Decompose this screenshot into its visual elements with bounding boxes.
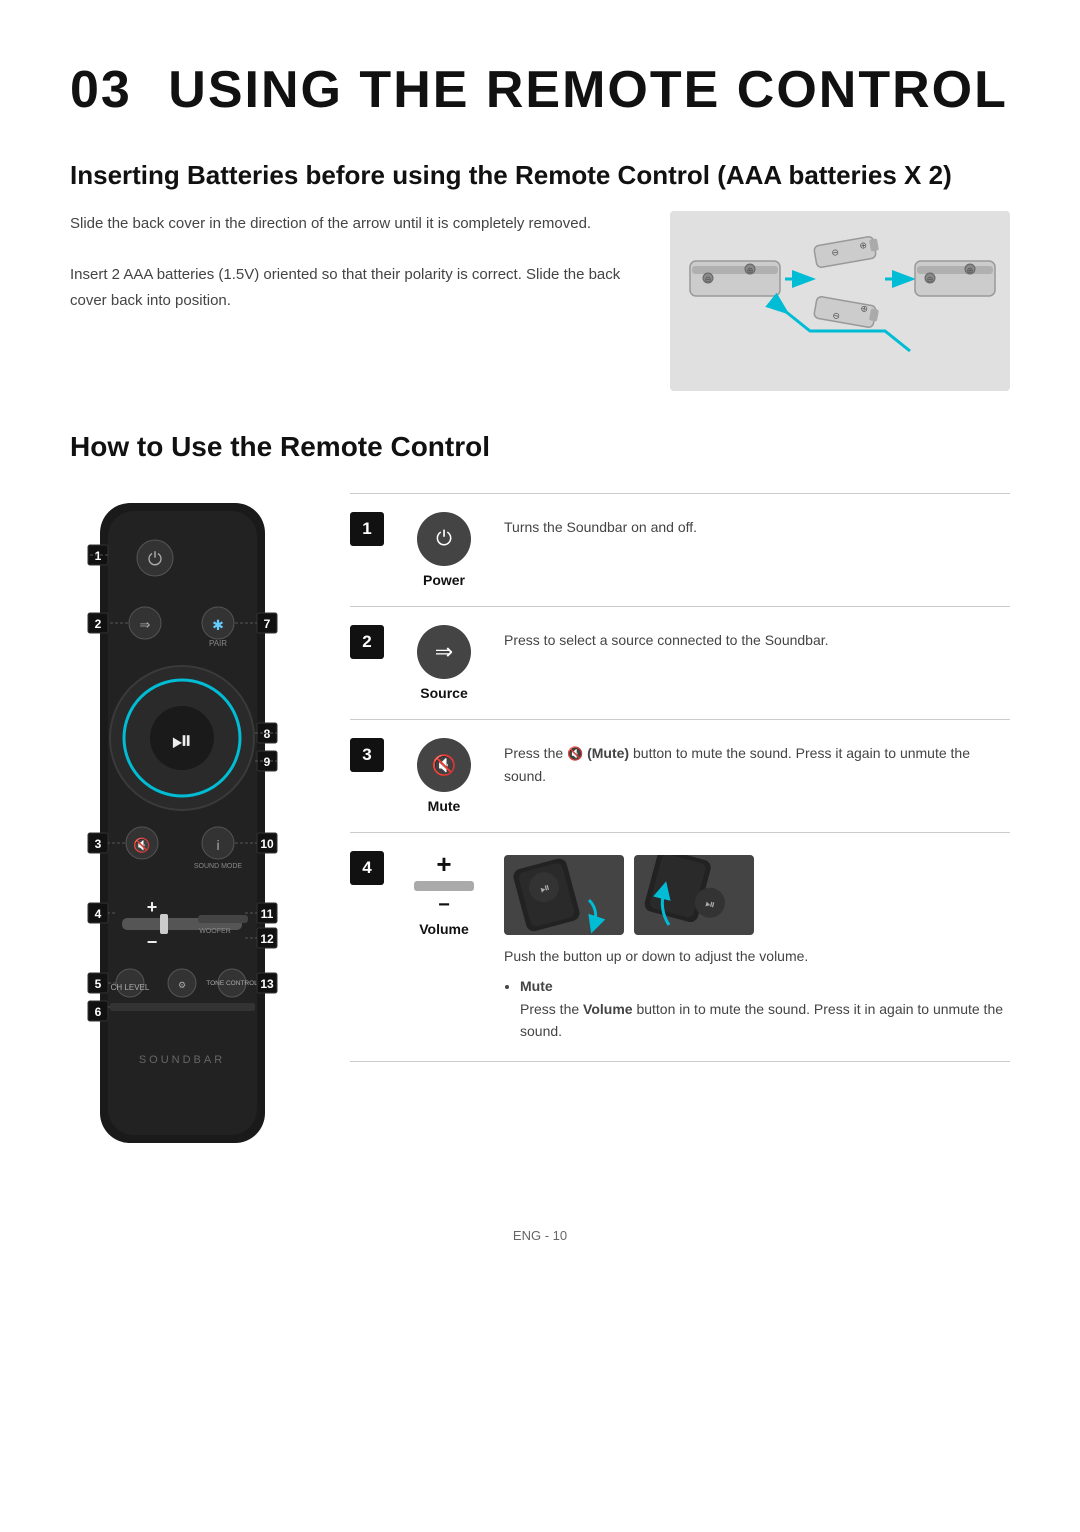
source-icon-circle: ⇒ [417, 625, 471, 679]
svg-text:11: 11 [261, 907, 274, 921]
svg-text:✱: ✱ [212, 617, 224, 633]
svg-text:⇒: ⇒ [140, 617, 151, 632]
row-icon-power: ⏻ Power [404, 512, 484, 588]
volume-push-text: Push the button up or down to adjust the… [504, 945, 1010, 967]
svg-text:3: 3 [95, 837, 102, 851]
batteries-text: Slide the back cover in the direction of… [70, 211, 640, 313]
batteries-image: ⊖ ⊕ ⊖ ⊕ ⊖ ⊕ ⊖ ⊕ [670, 211, 1010, 391]
svg-text:i: i [216, 837, 219, 853]
svg-text:13: 13 [260, 977, 274, 991]
mute-icon-circle: 🔇 [417, 738, 471, 792]
row-num-3: 3 [350, 738, 384, 772]
svg-text:⏻: ⏻ [148, 549, 162, 569]
svg-text:⏯: ⏯ [172, 725, 193, 755]
svg-text:🔇: 🔇 [133, 837, 150, 854]
source-label: Source [420, 685, 467, 701]
svg-text:12: 12 [260, 932, 274, 946]
row-num-2: 2 [350, 625, 384, 659]
svg-text:+: + [147, 897, 158, 917]
svg-text:⊕: ⊕ [747, 266, 754, 275]
volume-slider-bar [414, 881, 474, 891]
volume-image-1: ⏯ [504, 855, 624, 935]
row-desc-source: Press to select a source connected to th… [504, 625, 1010, 651]
power-icon: ⏻ [436, 528, 452, 551]
svg-text:⊖: ⊖ [705, 275, 712, 284]
volume-minus-sign: − [438, 895, 450, 915]
row-desc-mute: Press the 🔇 (Mute) button to mute the so… [504, 738, 1010, 787]
volume-label: Volume [419, 921, 469, 937]
batteries-section: Slide the back cover in the direction of… [70, 211, 1010, 391]
row-icon-source: ⇒ Source [404, 625, 484, 701]
row-desc-volume: ⏯ [504, 851, 1010, 1043]
svg-text:⊕: ⊕ [967, 266, 974, 275]
how-content: ⏻ ⇒ ✱ PAIR ⏯ 🔇 i SOUND MODE [70, 493, 1010, 1178]
svg-text:9: 9 [264, 755, 271, 769]
how-section-title: How to Use the Remote Control [70, 431, 1010, 463]
row-icon-mute: 🔇 Mute [404, 738, 484, 814]
chapter-num: 03 [70, 61, 132, 119]
row-num-4: 4 [350, 851, 384, 885]
volume-mute-bullet: Mute Press the Volume button in to mute … [520, 975, 1010, 1042]
volume-images: ⏯ [504, 855, 1010, 935]
remote-table: 1 ⏻ Power Turns the Soundbar on and off.… [350, 493, 1010, 1062]
svg-text:7: 7 [264, 617, 271, 631]
row-num-1: 1 [350, 512, 384, 546]
batteries-text-1: Slide the back cover in the direction of… [70, 211, 640, 237]
svg-text:PAIR: PAIR [209, 639, 227, 648]
svg-text:⊖: ⊖ [927, 275, 934, 284]
table-row-source: 2 ⇒ Source Press to select a source conn… [350, 606, 1010, 719]
svg-text:5: 5 [95, 977, 102, 991]
table-row-volume: 4 + − Volume [350, 832, 1010, 1062]
page-title: 03 USING THE REMOTE CONTROL [70, 60, 1010, 120]
page-footer: ENG - 10 [70, 1228, 1010, 1243]
svg-text:−: − [147, 932, 158, 952]
svg-text:10: 10 [260, 837, 274, 851]
svg-text:⚙: ⚙ [178, 980, 186, 990]
svg-text:2: 2 [95, 617, 102, 631]
svg-text:1: 1 [95, 549, 102, 563]
mute-label: Mute [428, 798, 461, 814]
source-icon: ⇒ [435, 639, 453, 665]
mute-icon: 🔇 [432, 753, 457, 778]
footer-text: ENG - 10 [513, 1228, 567, 1243]
power-icon-circle: ⏻ [417, 512, 471, 566]
remote-illustration: ⏻ ⇒ ✱ PAIR ⏯ 🔇 i SOUND MODE [70, 493, 330, 1178]
batteries-text-2: Insert 2 AAA batteries (1.5V) oriented s… [70, 262, 640, 313]
power-label: Power [423, 572, 465, 588]
volume-icon-area: + − [414, 851, 474, 915]
table-row-power: 1 ⏻ Power Turns the Soundbar on and off. [350, 493, 1010, 606]
svg-text:CH LEVEL: CH LEVEL [111, 983, 150, 992]
row-desc-power: Turns the Soundbar on and off. [504, 512, 1010, 538]
svg-text:SOUND MODE: SOUND MODE [194, 863, 243, 870]
row-icon-volume: + − Volume [404, 851, 484, 937]
batteries-section-title: Inserting Batteries before using the Rem… [70, 160, 1010, 191]
svg-text:6: 6 [95, 1005, 102, 1019]
svg-text:4: 4 [95, 907, 102, 921]
volume-image-2: ⏯ [634, 855, 754, 935]
svg-text:SOUNDBAR: SOUNDBAR [139, 1054, 225, 1066]
chapter-title: USING THE REMOTE CONTROL [168, 61, 1008, 119]
svg-text:WOOFER: WOOFER [199, 928, 231, 935]
table-row-mute: 3 🔇 Mute Press the 🔇 (Mute) button to mu… [350, 719, 1010, 832]
svg-text:8: 8 [264, 727, 271, 741]
volume-plus-sign: + [436, 851, 451, 877]
